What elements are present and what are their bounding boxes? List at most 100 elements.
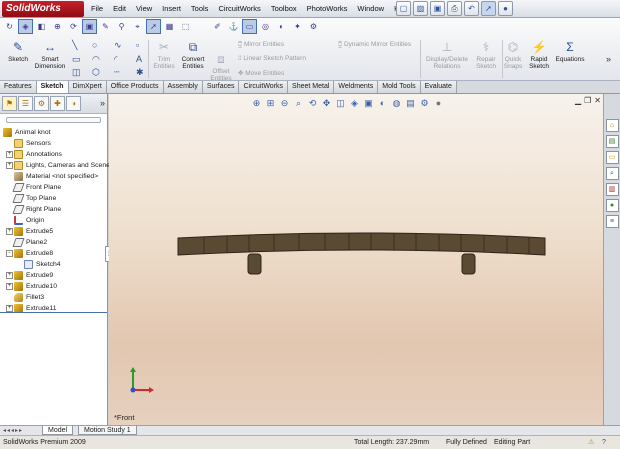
- tree-item[interactable]: Fillet3: [6, 292, 44, 303]
- smart-dimension-button[interactable]: ↔ Smart Dimension: [32, 40, 68, 70]
- tab-motion-study[interactable]: Motion Study 1: [78, 426, 137, 435]
- linear-pattern-item[interactable]: ⁞⁞ Linear Sketch Pattern: [238, 55, 306, 62]
- menu-edit[interactable]: Edit: [108, 0, 131, 18]
- filter-icon[interactable]: ▦: [162, 19, 177, 34]
- dimxpert-tab-icon[interactable]: ✚: [50, 96, 65, 111]
- open-icon[interactable]: ▨: [413, 1, 428, 16]
- options-icon[interactable]: ⚙: [306, 19, 321, 34]
- menu-photoworks[interactable]: PhotoWorks: [302, 0, 353, 18]
- feature-manager-tab-icon[interactable]: ⚑: [2, 96, 17, 111]
- graphics-area[interactable]: ⊕ ⊞ ⊖ ⌕ ⟲ ✥ ◫ ◈ ▣ ◐ ◍ ▤ ⚙ ● ▁ ❐ ✕ *Front: [109, 94, 603, 425]
- arc-icon[interactable]: ◠: [92, 54, 100, 65]
- relation-icon[interactable]: ⚲: [114, 19, 129, 34]
- instant3d-icon[interactable]: ⬚: [178, 19, 193, 34]
- expand-chevron-icon[interactable]: »: [606, 54, 611, 64]
- convert-entities-button[interactable]: ⧉ Convert Entities: [178, 40, 208, 70]
- tab-sketch[interactable]: Sketch: [36, 81, 69, 93]
- appearances-icon[interactable]: ●: [605, 199, 619, 212]
- search-icon[interactable]: ⌕: [605, 167, 619, 180]
- offset-entities-button[interactable]: ⧈ Offset Entities: [208, 52, 234, 82]
- centerline-icon[interactable]: ┄: [114, 67, 119, 78]
- undo-icon[interactable]: ↶: [464, 1, 479, 16]
- tab-office-products[interactable]: Office Products: [106, 81, 164, 93]
- sketch-button[interactable]: ✎ Sketch: [4, 40, 32, 63]
- section-view-icon[interactable]: ◧: [34, 19, 49, 34]
- text-icon[interactable]: A: [136, 54, 142, 64]
- tree-item[interactable]: Origin: [6, 215, 44, 226]
- tab-features[interactable]: Features: [0, 81, 37, 93]
- tab-evaluate[interactable]: Evaluate: [420, 81, 457, 93]
- expand-icon[interactable]: +: [6, 150, 13, 158]
- zoom-icon[interactable]: ⊕: [50, 19, 65, 34]
- rollback-bar[interactable]: [0, 312, 107, 313]
- help-icon[interactable]: ?: [602, 436, 606, 449]
- polygon-icon[interactable]: ⬡: [92, 67, 100, 78]
- tab-weldments[interactable]: Weldments: [334, 81, 379, 93]
- tree-item[interactable]: + Extrude9: [6, 270, 53, 281]
- measure-icon[interactable]: ⌖: [130, 19, 145, 34]
- relations-icon[interactable]: ⚓: [226, 19, 241, 34]
- quick-snaps-button[interactable]: ⌬ Quick Snaps: [502, 40, 524, 70]
- dynamic-mirror-item[interactable]: ⧮ Dynamic Mirror Entities: [338, 41, 411, 49]
- sketch-mode-icon[interactable]: ✐: [210, 19, 225, 34]
- custom-properties-icon[interactable]: ≡: [605, 215, 619, 228]
- appearance-icon[interactable]: ◐: [274, 19, 289, 34]
- equations-button[interactable]: Σ Equations: [554, 40, 586, 63]
- rectangle-icon[interactable]: ▭: [72, 54, 81, 65]
- view-orientation-icon[interactable]: ◈: [18, 19, 33, 34]
- slot-icon[interactable]: ◫: [72, 67, 81, 78]
- move-entities-item[interactable]: ✥ Move Entities: [238, 69, 284, 77]
- tab-sheet-metal[interactable]: Sheet Metal: [288, 81, 335, 93]
- tree-item[interactable]: + Lights, Cameras and Scene: [6, 160, 110, 171]
- file-explorer-icon[interactable]: ▭: [605, 151, 619, 164]
- menu-window[interactable]: Window: [352, 0, 389, 18]
- sketch-tool-icon[interactable]: ✎: [98, 19, 113, 34]
- tree-item[interactable]: Plane2: [6, 237, 47, 248]
- repair-sketch-button[interactable]: ⚕ Repair Sketch: [472, 40, 500, 70]
- collapse-icon[interactable]: -: [6, 249, 13, 257]
- tab-surfaces[interactable]: Surfaces: [202, 81, 240, 93]
- plane-sketch-icon[interactable]: ✱: [136, 67, 144, 78]
- tab-model[interactable]: Model: [42, 426, 74, 435]
- tree-item[interactable]: Sketch4: [16, 259, 61, 270]
- menu-file[interactable]: File: [86, 0, 108, 18]
- circle-icon[interactable]: ○: [92, 40, 97, 50]
- spline-icon[interactable]: ∿: [114, 40, 122, 51]
- point-icon[interactable]: ▫: [136, 40, 139, 50]
- tree-item[interactable]: Material <not specified>: [6, 171, 98, 182]
- save-icon[interactable]: ▣: [430, 1, 445, 16]
- menu-toolbox[interactable]: Toolbox: [266, 0, 302, 18]
- tab-scroll-arrows-icon[interactable]: ◂◂◂▸▸: [3, 427, 23, 434]
- resources-icon[interactable]: ⌂: [605, 119, 619, 132]
- expand-icon[interactable]: +: [6, 271, 13, 279]
- snap-icon[interactable]: ◎: [258, 19, 273, 34]
- property-manager-tab-icon[interactable]: ☰: [18, 96, 33, 111]
- tree-item[interactable]: + Extrude5: [6, 226, 53, 237]
- mirror-entities-item[interactable]: ⧮ Mirror Entities: [238, 41, 284, 49]
- menu-view[interactable]: View: [131, 0, 157, 18]
- tree-item[interactable]: Front Plane: [6, 182, 61, 193]
- select-icon[interactable]: ➚: [481, 1, 496, 16]
- tree-item[interactable]: + Annotations: [6, 149, 62, 160]
- menu-tools[interactable]: Tools: [186, 0, 214, 18]
- expand-icon[interactable]: +: [6, 282, 13, 290]
- tab-mold-tools[interactable]: Mold Tools: [378, 81, 421, 93]
- tab-dimxpert[interactable]: DimXpert: [68, 81, 107, 93]
- rebuild-icon[interactable]: ↻: [2, 19, 17, 34]
- tab-assembly[interactable]: Assembly: [163, 81, 203, 93]
- rebuild-icon[interactable]: ●: [498, 1, 513, 16]
- expand-panel-icon[interactable]: »: [100, 96, 105, 111]
- configuration-manager-tab-icon[interactable]: ⚙: [34, 96, 49, 111]
- line-icon[interactable]: ╲: [72, 40, 77, 51]
- render-icon[interactable]: ✦: [290, 19, 305, 34]
- print-icon[interactable]: ⎙: [447, 1, 462, 16]
- expand-icon[interactable]: +: [6, 227, 13, 235]
- display-delete-relations-button[interactable]: ⊥ Display/Delete Relations: [424, 40, 470, 70]
- tree-item[interactable]: Top Plane: [6, 193, 56, 204]
- rotate-icon[interactable]: ⟳: [66, 19, 81, 34]
- solidworks-logo[interactable]: SolidWorks: [2, 1, 84, 17]
- plane-view-icon[interactable]: ▭: [242, 19, 257, 34]
- expand-icon[interactable]: +: [6, 161, 13, 169]
- feature-filter-input[interactable]: [6, 117, 101, 123]
- model-view[interactable]: [109, 94, 603, 425]
